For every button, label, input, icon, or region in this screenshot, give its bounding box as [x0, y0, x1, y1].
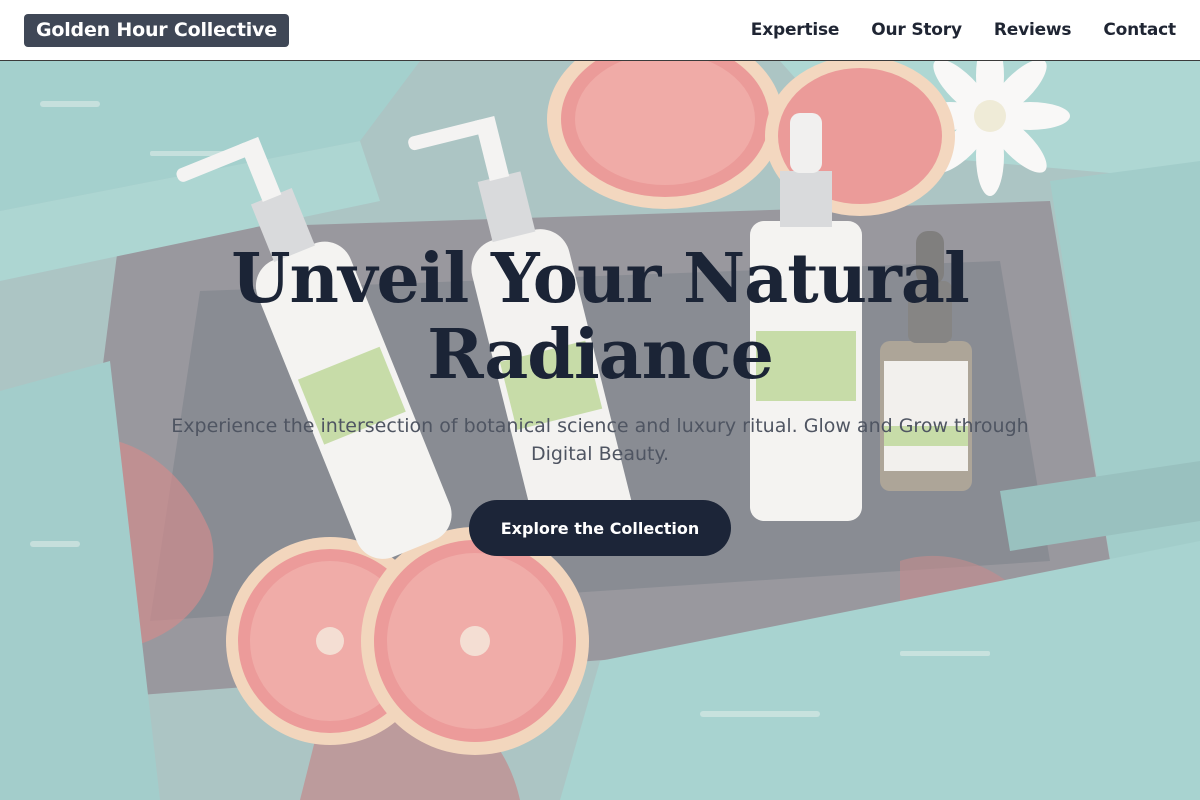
hero-section: Unveil Your Natural Radiance Experience … [0, 61, 1200, 800]
nav-link-reviews[interactable]: Reviews [994, 20, 1072, 40]
hero-subtitle: Experience the intersection of botanical… [171, 415, 1029, 465]
hero-title: Unveil Your Natural Radiance [231, 239, 970, 395]
explore-collection-button[interactable]: Explore the Collection [469, 500, 731, 556]
site-logo[interactable]: Golden Hour Collective [24, 13, 289, 47]
nav-link-our-story[interactable]: Our Story [871, 20, 962, 40]
main-nav: Expertise Our Story Reviews Contact [751, 20, 1176, 40]
landing-page: Golden Hour Collective Expertise Our Sto… [0, 0, 1200, 800]
nav-link-expertise[interactable]: Expertise [751, 20, 840, 40]
hero-content: Unveil Your Natural Radiance Experience … [0, 61, 1200, 800]
site-header: Golden Hour Collective Expertise Our Sto… [0, 0, 1200, 61]
nav-link-contact[interactable]: Contact [1103, 20, 1176, 40]
